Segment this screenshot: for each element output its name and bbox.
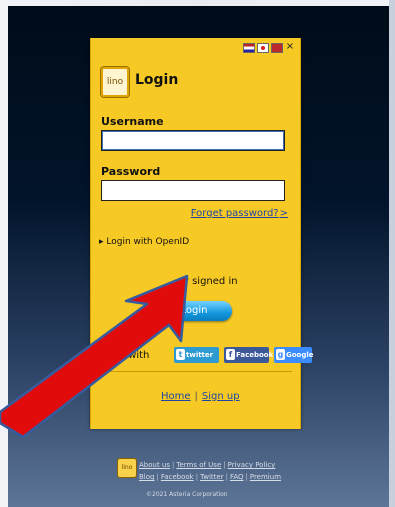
twitter-label: twitter	[186, 351, 214, 359]
left-frame	[0, 0, 8, 507]
footer-separator: |	[225, 473, 228, 481]
signup-link[interactable]: Sign up	[202, 391, 240, 402]
page-title: Login	[135, 72, 179, 88]
premium-link[interactable]: Premium	[250, 473, 281, 481]
chevron-right-icon: >	[279, 208, 288, 219]
blog-link[interactable]: Blog	[139, 473, 154, 481]
password-label: Password	[101, 165, 161, 178]
link-separator: |	[194, 391, 198, 402]
triangle-right-icon: ▸	[99, 237, 104, 247]
footer-separator: |	[223, 461, 226, 469]
language-switcher: ×	[243, 42, 295, 53]
footer-separator: |	[156, 473, 159, 481]
top-frame	[0, 0, 395, 6]
copyright: ©2021 Asteria Corporation	[146, 491, 228, 498]
google-icon: g	[276, 349, 285, 360]
footer-links-row-1: About us | Terms of Use | Privacy Policy	[139, 461, 275, 469]
divider	[99, 371, 292, 372]
facebook-label: Facebook	[236, 351, 274, 359]
footer-separator: |	[245, 473, 248, 481]
openid-label: Login with OpenID	[106, 237, 190, 247]
twitter-icon: t	[176, 349, 185, 360]
username-label: Username	[101, 115, 164, 128]
terms-link[interactable]: Terms of Use	[176, 461, 221, 469]
right-frame	[389, 0, 395, 507]
footer-separator: |	[195, 473, 199, 481]
footer-separator: |	[172, 461, 175, 469]
flag-cn-icon[interactable]	[271, 43, 283, 53]
google-login-button[interactable]: g Google	[274, 347, 314, 363]
privacy-link[interactable]: Privacy Policy	[228, 461, 276, 469]
twitter-login-button[interactable]: t twitter	[174, 347, 219, 363]
openid-toggle[interactable]: ▸ Login with OpenID	[99, 237, 189, 247]
home-link[interactable]: Home	[161, 391, 191, 402]
password-input[interactable]	[101, 180, 285, 201]
about-link[interactable]: About us	[139, 461, 170, 469]
faq-link[interactable]: FAQ	[230, 473, 244, 481]
facebook-login-button[interactable]: f Facebook	[224, 347, 273, 363]
login-button[interactable]: Login	[156, 301, 232, 321]
footer-logo: lino	[117, 458, 137, 478]
bottom-links: Home | Sign up	[161, 391, 240, 402]
stay-signed-in-label[interactable]: y signed in	[183, 276, 238, 287]
login-with-label: Login with	[98, 350, 150, 361]
username-input[interactable]	[101, 130, 285, 151]
footer-twitter-link[interactable]: Twitter	[200, 473, 223, 481]
forgot-password-text: Forget password?	[190, 208, 279, 219]
forgot-password-link[interactable]: Forget password?>	[191, 208, 288, 219]
google-label: Google	[286, 351, 314, 359]
flag-us-icon[interactable]	[243, 43, 255, 53]
facebook-icon: f	[226, 349, 235, 360]
lino-logo: lino	[100, 66, 130, 98]
footer-links-row-2: Blog | Facebook | Twitter | FAQ | Premium	[139, 473, 281, 481]
login-panel: × lino Login Username Password Forget pa…	[90, 38, 314, 429]
flag-jp-icon[interactable]	[257, 43, 269, 53]
footer-facebook-link[interactable]: Facebook	[161, 473, 194, 481]
close-icon[interactable]: ×	[285, 42, 295, 52]
